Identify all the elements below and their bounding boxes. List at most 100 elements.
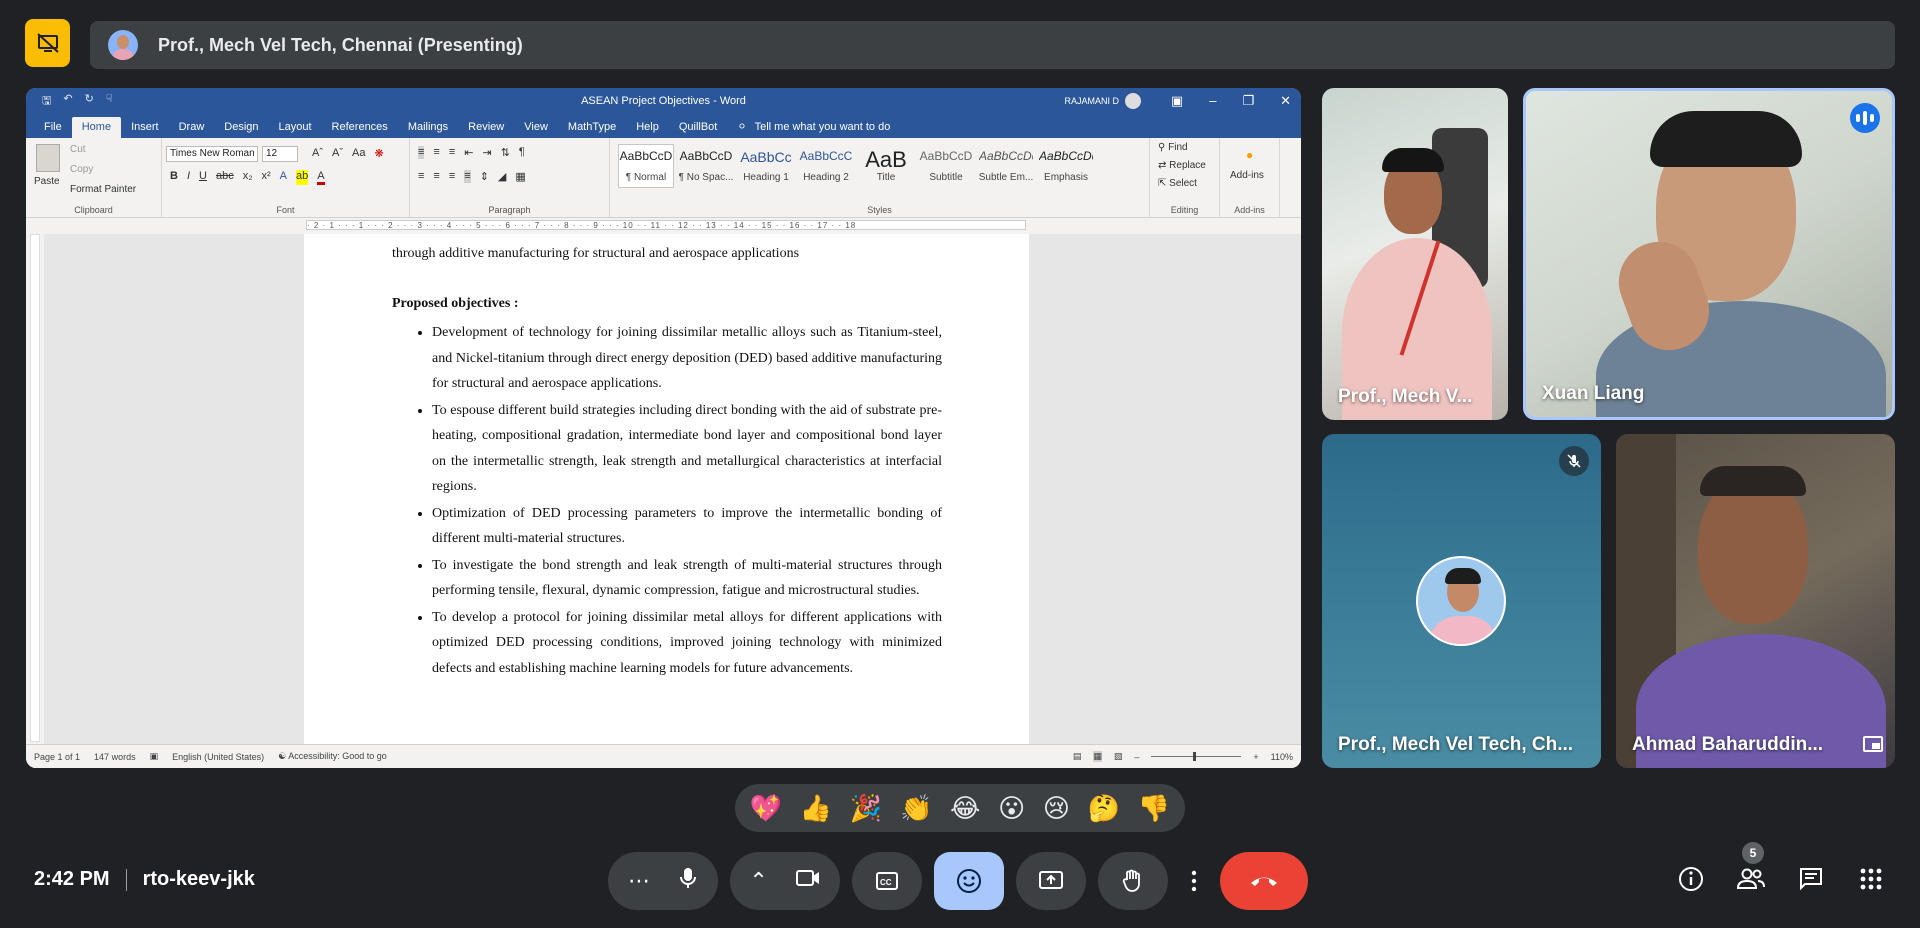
reaction-party[interactable]: 🎉: [850, 793, 882, 824]
participant-tile[interactable]: Prof., Mech Vel Tech, Ch...: [1322, 434, 1601, 768]
meeting-details-button[interactable]: [1676, 864, 1706, 894]
editing-group-label: Editing: [1170, 205, 1199, 215]
paste-label: Paste: [34, 176, 60, 187]
meet-app: Prof., Mech Vel Tech, Chennai (Presentin…: [0, 0, 1920, 928]
style-name: Subtitle: [929, 172, 963, 183]
emoji-icon: [957, 869, 981, 893]
raise-hand-button[interactable]: [1098, 852, 1168, 910]
word-user: RAJAMANI D: [1064, 93, 1141, 109]
bullets-icon: ≡: [418, 146, 425, 159]
paragraph-group: ≡ ≡ ≡ ⇤ ⇥ ⇅ ¶ ≡ ≡ ≡ ≡ ⇕ ◢ ▦ Paragraph: [410, 138, 610, 218]
picture-in-picture-icon[interactable]: [1863, 736, 1883, 752]
document-area: through additive manufacturing for struc…: [44, 234, 1301, 768]
activities-button[interactable]: [1856, 864, 1886, 894]
read-mode-icon: ▤: [1072, 751, 1082, 761]
align-left-icon: ≡: [418, 170, 425, 182]
participant-count-badge: 5: [1742, 842, 1764, 864]
mic-icon[interactable]: [678, 866, 698, 896]
lightbulb-icon: ⚪: [737, 121, 747, 133]
minimize-icon: –: [1209, 93, 1217, 108]
style-preview: AaBbCcDd: [979, 149, 1033, 163]
style-name: ¶ Normal: [625, 172, 667, 183]
participant-video: [1322, 88, 1508, 420]
replace-icon: ⇄: [1158, 160, 1170, 171]
list-item: Development of technology for joining di…: [432, 320, 942, 397]
numbering-icon: ≡: [433, 146, 440, 158]
zoom-level: 110%: [1270, 751, 1293, 762]
font-format-buttons: B I Uabc x₂ x² Aab A: [170, 170, 325, 185]
word-count: 147 words: [94, 751, 136, 762]
leave-call-button[interactable]: [1220, 852, 1308, 910]
word-user-avatar: [1125, 93, 1141, 109]
highlight-icon: ab: [296, 170, 309, 185]
superscript-icon: x²: [261, 170, 271, 182]
doc-heading: Proposed objectives :: [392, 296, 519, 311]
people-button[interactable]: 5: [1736, 842, 1766, 894]
tab-mathtype: MathType: [567, 121, 617, 133]
reactions-button[interactable]: [934, 852, 1004, 910]
style-name: Subtle Em...: [978, 172, 1034, 183]
font-size-box: 12: [262, 146, 298, 162]
tab-view: View: [524, 121, 548, 133]
align-buttons: ≡ ≡ ≡ ≡ ⇕ ◢ ▦: [418, 170, 526, 183]
apps-grid-icon: [1860, 868, 1882, 890]
participant-tile[interactable]: Ahmad Baharuddin...: [1616, 434, 1895, 768]
sort-icon: ⇅: [500, 147, 510, 159]
editing-group: ⚲ Find ⇄ Replace ⇱ Select Editing: [1150, 138, 1220, 218]
chat-icon: [1800, 868, 1822, 891]
clipboard-group: Paste Cut Copy Format Painter Clipboard: [26, 138, 162, 218]
present-screen-button[interactable]: [1016, 852, 1086, 910]
bold-icon: B: [170, 170, 178, 182]
tab-file: File: [44, 121, 62, 133]
replace-label: Replace: [1169, 160, 1206, 171]
stop-presenting-icon[interactable]: [25, 19, 70, 67]
ribbon-display-icon: ▣: [1170, 93, 1184, 108]
reaction-thumbs-down[interactable]: 👎: [1138, 793, 1170, 824]
audio-settings-icon[interactable]: ⋯: [628, 868, 650, 894]
svg-text:CC: CC: [880, 878, 892, 887]
side-panel-buttons: 5: [1676, 842, 1886, 894]
select-icon: ⇱: [1158, 178, 1170, 189]
video-settings-icon[interactable]: ⌃: [749, 868, 767, 894]
shading-icon: ◢: [497, 171, 507, 183]
tab-quillbot: QuillBot: [678, 121, 718, 133]
web-layout-icon: ▧: [1113, 751, 1123, 761]
reaction-surprised[interactable]: 😮: [998, 793, 1025, 824]
zoom-slider: [1151, 752, 1242, 761]
reaction-laugh[interactable]: 😂: [950, 793, 980, 824]
mic-off-icon: [1559, 446, 1589, 476]
participant-name: Prof., Mech Vel Tech, Ch...: [1338, 734, 1574, 755]
reaction-clap[interactable]: 👏: [900, 793, 932, 824]
style-preview: AaBbCcC: [799, 149, 853, 163]
accessibility-status: ☯ Accessibility: Good to go: [278, 751, 387, 762]
mic-control: ⋯: [608, 852, 718, 910]
reaction-sparkling-heart[interactable]: 💖: [750, 793, 782, 824]
camera-icon[interactable]: [795, 868, 821, 894]
participant-name: Prof., Mech V...: [1338, 386, 1473, 407]
chat-button[interactable]: [1796, 864, 1826, 894]
find-icon: ⚲: [1158, 142, 1169, 153]
reaction-thumbs-up[interactable]: 👍: [800, 793, 832, 824]
font-group-label: Font: [276, 205, 295, 215]
presenting-bar[interactable]: Prof., Mech Vel Tech, Chennai (Presentin…: [90, 21, 1895, 69]
camera-control: ⌃: [730, 852, 840, 910]
change-case-icon: Aa: [352, 147, 366, 159]
find-label: Find: [1168, 142, 1188, 153]
reaction-sad[interactable]: 😢: [1043, 793, 1070, 824]
more-options-button[interactable]: [1180, 852, 1208, 910]
participant-tile-speaking[interactable]: Xuan Liang: [1523, 88, 1895, 420]
style-name: Title: [876, 172, 896, 183]
addins-button: Add-ins: [1230, 170, 1264, 181]
people-icon: [1736, 868, 1765, 889]
presenting-label: Prof., Mech Vel Tech, Chennai (Presentin…: [158, 34, 523, 55]
clipboard-group-label: Clipboard: [74, 205, 113, 215]
reaction-thinking[interactable]: 🤔: [1088, 793, 1120, 824]
restore-icon: ❐: [1242, 93, 1255, 108]
language: English (United States): [172, 751, 265, 762]
participant-tile[interactable]: Prof., Mech V...: [1322, 88, 1508, 420]
addins-group: ● Add-ins Add-ins: [1220, 138, 1280, 218]
list-item: To develop a protocol for joining dissim…: [432, 605, 942, 682]
captions-button[interactable]: CC: [852, 852, 922, 910]
participant-avatar: [1416, 556, 1506, 646]
style-name: ¶ No Spac...: [678, 172, 734, 183]
